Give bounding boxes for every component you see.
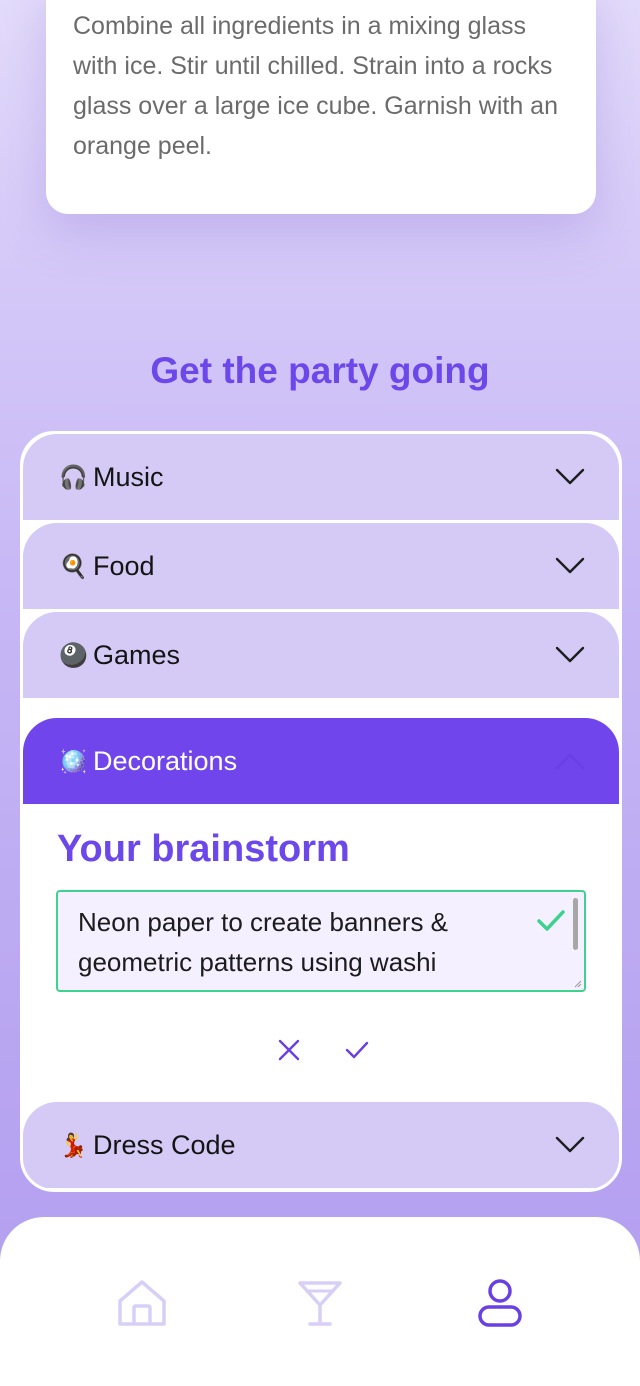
mirror-ball-icon: 🪩: [59, 747, 88, 774]
profile-icon: [478, 1279, 522, 1327]
accordion-games-header[interactable]: 🎱 Games: [23, 612, 619, 698]
accordion-decorations-label: Decorations: [93, 745, 238, 776]
home-icon: [118, 1280, 166, 1326]
accordion-dress-code-header[interactable]: 💃 Dress Code: [23, 1102, 619, 1188]
confirm-button[interactable]: [339, 1032, 375, 1068]
brainstorm-textarea[interactable]: Neon paper to create banners & geometric…: [56, 890, 586, 992]
accordion-food-header[interactable]: 🍳 Food: [23, 523, 619, 609]
dancer-icon: 💃: [59, 1131, 88, 1158]
accordion-decorations-header[interactable]: 🪩 Decorations: [23, 718, 619, 804]
brainstorm-title: Your brainstorm: [57, 828, 350, 870]
accordion-dress-code-label: Dress Code: [93, 1129, 236, 1160]
close-icon: [278, 1039, 300, 1061]
cancel-button[interactable]: [271, 1032, 307, 1068]
resize-grip-icon[interactable]: [574, 980, 582, 988]
chevron-down-icon: [555, 557, 585, 574]
cooking-icon: 🍳: [59, 552, 88, 579]
cocktail-icon: [298, 1281, 342, 1326]
headphones-icon: 🎧: [59, 463, 88, 490]
accordion-music-header[interactable]: 🎧 Music: [23, 434, 619, 520]
nav-profile-button[interactable]: [468, 1271, 532, 1335]
nav-home-button[interactable]: [110, 1271, 174, 1335]
accordion-games-label: Games: [93, 639, 181, 670]
recipe-instructions-card: Combine all ingredients in a mixing glas…: [46, 0, 596, 214]
chevron-down-icon: [555, 1136, 585, 1153]
chevron-up-icon: [555, 753, 585, 770]
chevron-down-icon: [555, 646, 585, 663]
nav-cocktails-button[interactable]: [288, 1271, 352, 1335]
textarea-scrollbar[interactable]: [573, 898, 578, 950]
check-icon: [345, 1041, 369, 1059]
recipe-instructions: Combine all ingredients in a mixing glas…: [73, 12, 558, 160]
decorations-panel: Your brainstorm Neon paper to create ban…: [23, 806, 619, 1102]
bottom-navigation: [0, 1217, 640, 1386]
chevron-down-icon: [555, 468, 585, 485]
party-section-title: Get the party going: [150, 350, 490, 391]
accordion-food-label: Food: [93, 550, 155, 581]
accordion-music-label: Music: [93, 461, 164, 492]
valid-check-icon: [537, 910, 565, 931]
billiard-ball-icon: 🎱: [59, 641, 88, 668]
brainstorm-text: Neon paper to create banners & geometric…: [78, 907, 449, 977]
party-accordion: 🎧 Music 🍳 Food 🎱 Games 🪩 Decorations You…: [20, 431, 622, 1192]
